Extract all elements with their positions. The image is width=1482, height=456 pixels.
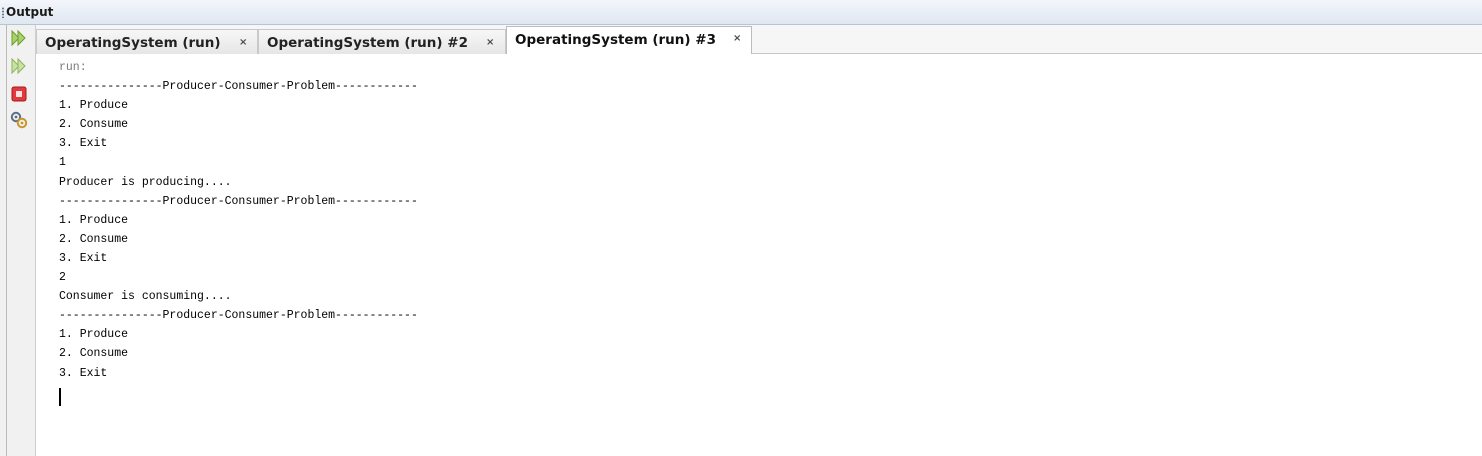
- console-line: 2: [59, 271, 66, 285]
- tab-label: OperatingSystem (run): [45, 35, 221, 51]
- tab-operatingsystem-run[interactable]: OperatingSystem (run) ×: [36, 29, 258, 54]
- tab-label: OperatingSystem (run) #2: [267, 35, 468, 51]
- output-panel-header: Output: [0, 0, 1482, 25]
- console-line: ---------------Producer-Consumer-Problem…: [59, 194, 418, 208]
- drag-grip-icon[interactable]: [2, 7, 4, 18]
- close-icon[interactable]: ×: [486, 37, 494, 48]
- console-line: Consumer is consuming....: [59, 290, 232, 304]
- console-line: 2. Consume: [59, 118, 129, 132]
- console-line: ---------------Producer-Consumer-Problem…: [59, 80, 418, 94]
- close-icon[interactable]: ×: [239, 37, 247, 48]
- text-cursor: [59, 388, 61, 406]
- console-line: 2. Consume: [59, 347, 129, 361]
- toolbar-divider: [6, 25, 7, 456]
- output-tabs: OperatingSystem (run) × OperatingSystem …: [36, 25, 1482, 54]
- console-line: 1: [59, 156, 66, 170]
- close-icon[interactable]: ×: [733, 33, 741, 44]
- console-line: 1. Produce: [59, 99, 129, 113]
- console-line: 2. Consume: [59, 232, 129, 246]
- console-line: 1. Produce: [59, 213, 129, 227]
- output-toolbar: [0, 25, 36, 456]
- console-output[interactable]: run: ---------------Producer-Consumer-Pro…: [59, 58, 1459, 383]
- console-line: Producer is producing....: [59, 175, 232, 189]
- console-line: 3. Exit: [59, 251, 108, 265]
- console-line: ---------------Producer-Consumer-Problem…: [59, 309, 418, 323]
- tab-label: OperatingSystem (run) #3: [515, 32, 716, 48]
- console-line: run:: [59, 61, 87, 74]
- stop-icon[interactable]: [9, 84, 29, 104]
- console-line: 3. Exit: [59, 137, 108, 151]
- rerun-icon[interactable]: [9, 28, 29, 48]
- settings-icon[interactable]: [9, 110, 29, 130]
- panel-title: Output: [6, 5, 54, 19]
- console-line: 1. Produce: [59, 328, 129, 342]
- console-line: 3. Exit: [59, 366, 108, 380]
- tab-operatingsystem-run-3[interactable]: OperatingSystem (run) #3 ×: [506, 26, 752, 54]
- tab-operatingsystem-run-2[interactable]: OperatingSystem (run) #2 ×: [258, 29, 506, 54]
- rerun-with-args-icon[interactable]: [9, 56, 29, 76]
